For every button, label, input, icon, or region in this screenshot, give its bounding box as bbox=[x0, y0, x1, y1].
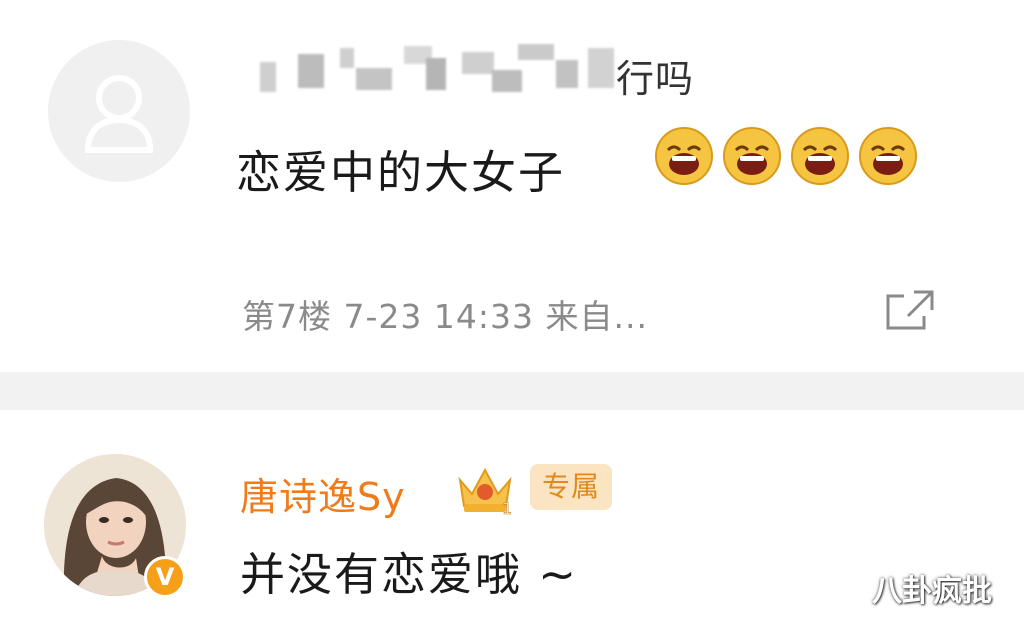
verified-badge-icon: V bbox=[144, 556, 186, 598]
comment-item-first: 行吗 恋爱中的大女子 第7楼 7-23 14:33 来自... bbox=[0, 0, 1024, 372]
laugh-emoji-icon bbox=[791, 127, 849, 185]
exclusive-tag[interactable]: 专属 bbox=[530, 464, 612, 510]
laugh-emoji-icon bbox=[859, 127, 917, 185]
comment-meta: 第7楼 7-23 14:33 来自... bbox=[242, 290, 648, 338]
username-tail[interactable]: 行吗 bbox=[616, 48, 694, 103]
emoji-row bbox=[654, 126, 918, 190]
share-icon[interactable] bbox=[884, 288, 936, 332]
blurred-username bbox=[256, 44, 618, 100]
comment-text: 并没有恋爱哦 ~ bbox=[240, 548, 579, 601]
laugh-emoji-icon bbox=[655, 127, 713, 185]
watermark: 八卦疯批 bbox=[872, 574, 992, 609]
source-text[interactable]: 来自... bbox=[546, 297, 648, 336]
member-level: 1 bbox=[502, 499, 512, 516]
avatar-default[interactable] bbox=[48, 40, 190, 182]
username[interactable]: 唐诗逸Sy bbox=[240, 466, 406, 521]
comment-text: 恋爱中的大女子 bbox=[236, 146, 566, 199]
comment-divider bbox=[0, 372, 1024, 410]
timestamp: 7-23 14:33 bbox=[343, 297, 534, 336]
laugh-emoji-icon bbox=[723, 127, 781, 185]
floor-number: 第7楼 bbox=[242, 297, 332, 336]
crown-member-icon: 1 bbox=[458, 467, 512, 516]
